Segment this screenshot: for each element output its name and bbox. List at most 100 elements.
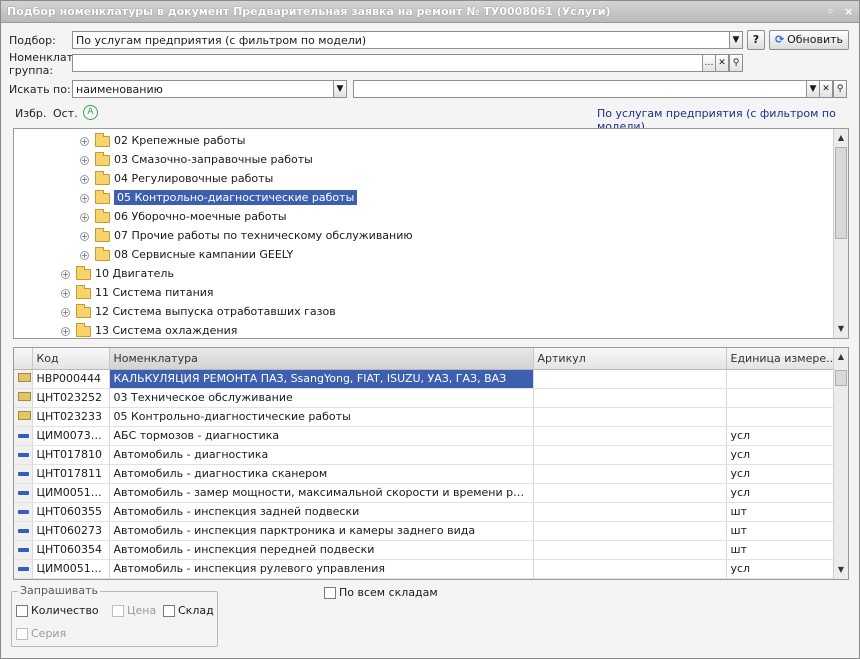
close-icon[interactable]: ×: [844, 5, 853, 18]
scroll-down-icon[interactable]: ▼: [834, 322, 848, 336]
clear-icon[interactable]: ✕: [715, 54, 729, 72]
table-row[interactable]: НВР000444 КАЛЬКУЛЯЦИЯ РЕМОНТА ПАЗ, SsangY…: [14, 369, 835, 389]
cell-unit: усл: [726, 559, 835, 579]
cell-unit: шт: [726, 502, 835, 522]
help-button[interactable]: ?: [747, 30, 765, 50]
table-row[interactable]: ЦНТ023252 03 Техническое обслуживание: [14, 388, 835, 408]
search-input[interactable]: [353, 80, 807, 98]
column-header-code[interactable]: Код: [32, 348, 110, 370]
column-header-unit[interactable]: Единица измере...: [726, 348, 835, 370]
tree-node[interactable]: +06 Уборочно-моечные работы: [80, 207, 287, 226]
table-row[interactable]: ЦНТ060273 Автомобиль - инспекция парктрон…: [14, 521, 835, 541]
tree-node[interactable]: +03 Смазочно-заправочные работы: [80, 150, 313, 169]
cell-article: [533, 559, 727, 579]
table-row[interactable]: ЦИМ007321 АБС тормозов - диагностика усл: [14, 426, 835, 446]
column-header-name[interactable]: Номенклатура: [109, 348, 534, 370]
search-icon[interactable]: ⚲: [729, 54, 743, 72]
folder-icon: [95, 170, 110, 185]
expand-icon[interactable]: +: [80, 155, 89, 165]
podbor-select[interactable]: По услугам предприятия (с фильтром по мо…: [72, 31, 730, 49]
tree-node-label: 10 Двигатель: [95, 267, 174, 280]
refresh-icon: ⟳: [775, 33, 785, 46]
checkbox-box[interactable]: [163, 605, 175, 617]
column-header-article[interactable]: Артикул: [533, 348, 727, 370]
folder-icon: [76, 322, 91, 337]
table-row[interactable]: ЦНТ060355 Автомобиль - инспекция задней п…: [14, 502, 835, 522]
search-by-select[interactable]: наименованию: [72, 80, 334, 98]
search-icon[interactable]: ⚲: [833, 80, 847, 98]
tree-scrollbar[interactable]: ▲ ▼: [833, 129, 848, 338]
table-row[interactable]: ЦИМ005190 Автомобиль - инспекция рулевого…: [14, 559, 835, 579]
expand-icon[interactable]: +: [80, 193, 89, 203]
expand-icon[interactable]: +: [80, 212, 89, 222]
checkbox-box[interactable]: [16, 605, 28, 617]
tree-node[interactable]: +12 Система выпуска отработавших газов: [61, 302, 336, 321]
scroll-up-icon[interactable]: ▲: [834, 131, 848, 145]
tree-node-label: 05 Контрольно-диагностические работы: [114, 190, 358, 205]
table-row[interactable]: ЦНТ017810 Автомобиль - диагностика усл: [14, 445, 835, 465]
cell-name: 05 Контрольно-диагностические работы: [109, 407, 534, 427]
refresh-label: Обновить: [787, 33, 843, 46]
table-row[interactable]: ЦИМ005173 Автомобиль - замер мощности, ма…: [14, 483, 835, 503]
clear-icon[interactable]: ✕: [819, 80, 833, 98]
tree-node[interactable]: +11 Система питания: [61, 283, 214, 302]
cell-name: АБС тормозов - диагностика: [109, 426, 534, 446]
table-row[interactable]: ЦНТ023233 05 Контрольно-диагностические р…: [14, 407, 835, 427]
tree-node[interactable]: +04 Регулировочные работы: [80, 169, 273, 188]
group-tree: +02 Крепежные работы +03 Смазочно-заправ…: [13, 128, 849, 339]
selection-window: Подбор номенклатуры в документ Предварит…: [0, 0, 860, 659]
table-row[interactable]: ЦНТ060354 Автомобиль - инспекция передней…: [14, 540, 835, 560]
ellipsis-icon[interactable]: …: [702, 54, 716, 72]
refresh-button[interactable]: ⟳ Обновить: [769, 30, 849, 50]
folder-icon: [95, 227, 110, 242]
tree-node[interactable]: +02 Крепежные работы: [80, 131, 245, 150]
warehouse-checkbox[interactable]: Склад: [163, 604, 214, 617]
folder-icon: [95, 246, 110, 261]
nomenclature-table: Код Номенклатура Артикул Единица измере.…: [13, 347, 849, 580]
expand-icon[interactable]: +: [80, 250, 89, 260]
folder-icon: [95, 189, 110, 204]
rest-link[interactable]: Ост.: [53, 107, 78, 120]
quantity-checkbox[interactable]: Количество: [16, 604, 99, 617]
table-scrollbar[interactable]: ▲ ▼: [833, 348, 848, 579]
tree-node[interactable]: +13 Система охлаждения: [61, 321, 238, 338]
chevron-down-icon[interactable]: ▼: [806, 80, 820, 98]
tree-node-label: 13 Система охлаждения: [95, 324, 238, 337]
expand-icon[interactable]: +: [80, 136, 89, 146]
tree-node-selected[interactable]: +05 Контрольно-диагностические работы: [80, 188, 358, 207]
tree-node[interactable]: +10 Двигатель: [61, 264, 174, 283]
expand-icon[interactable]: +: [61, 269, 70, 279]
expand-icon[interactable]: +: [61, 326, 70, 336]
expand-icon[interactable]: +: [80, 231, 89, 241]
chevron-down-icon[interactable]: ▼: [333, 80, 347, 98]
expand-icon[interactable]: +: [80, 174, 89, 184]
cell-unit: [726, 407, 835, 427]
item-icon: [18, 510, 29, 514]
nomenclature-group-field[interactable]: [72, 54, 703, 72]
search-by-label: Искать по:: [9, 83, 71, 96]
folder-icon: [95, 132, 110, 147]
filter-icon[interactable]: A: [83, 105, 98, 120]
scroll-down-icon[interactable]: ▼: [834, 563, 848, 577]
expand-icon[interactable]: +: [61, 307, 70, 317]
cell-article: [533, 464, 727, 484]
scroll-thumb[interactable]: [835, 370, 847, 386]
all-warehouses-checkbox[interactable]: По всем складам: [324, 586, 438, 599]
folder-icon: [76, 265, 91, 280]
item-icon: [18, 453, 29, 457]
cell-code: ЦНТ060273: [32, 521, 110, 541]
item-icon: [18, 434, 29, 438]
scroll-up-icon[interactable]: ▲: [834, 350, 848, 364]
tree-node[interactable]: +07 Прочие работы по техническому обслуж…: [80, 226, 413, 245]
table-row[interactable]: ЦНТ017811 Автомобиль - диагностика сканер…: [14, 464, 835, 484]
folder-icon: [95, 151, 110, 166]
tree-node[interactable]: +08 Сервисные кампании GEELY: [80, 245, 293, 264]
favorites-link[interactable]: Избр.: [15, 107, 46, 120]
cell-code: ЦИМ007321: [32, 426, 110, 446]
window-menu-icon[interactable]: ◦: [827, 5, 834, 18]
chevron-down-icon[interactable]: ▼: [729, 31, 743, 49]
expand-icon[interactable]: +: [61, 288, 70, 298]
cell-article: [533, 483, 727, 503]
checkbox-box[interactable]: [324, 587, 336, 599]
scroll-thumb[interactable]: [835, 147, 847, 239]
